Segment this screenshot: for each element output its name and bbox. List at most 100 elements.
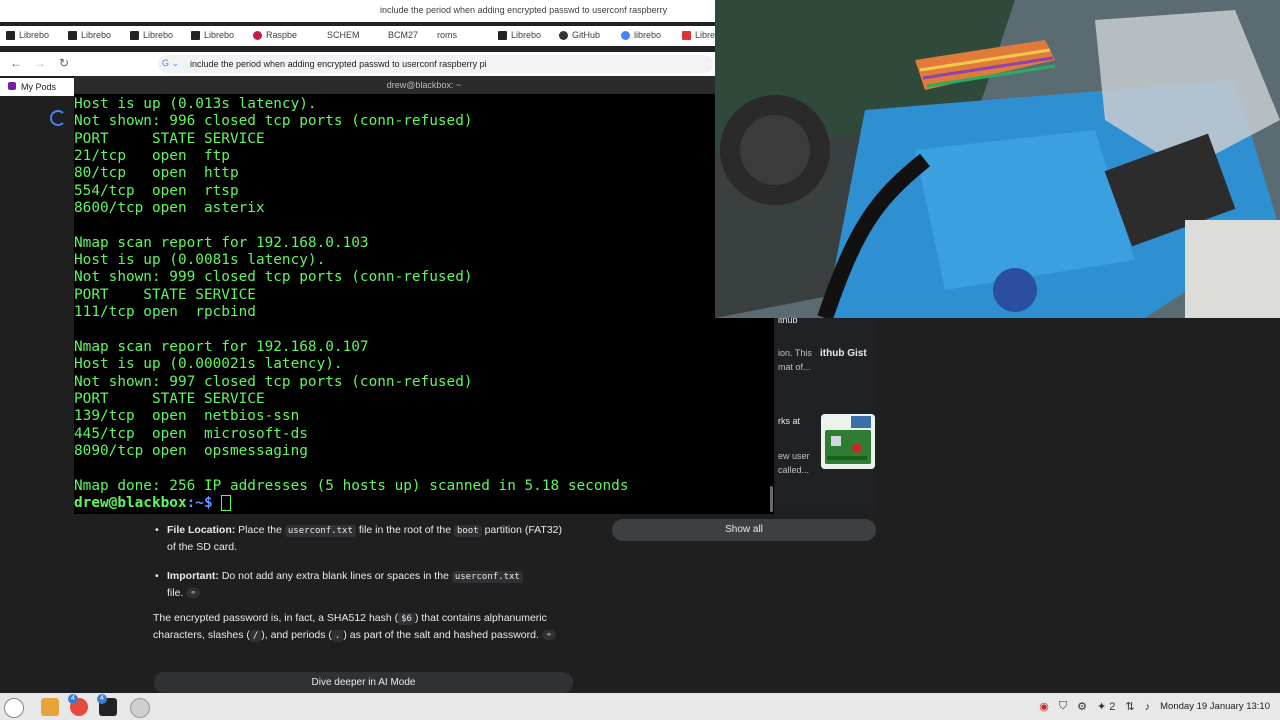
google-icon: [621, 30, 630, 40]
bookmark-label: Librebo: [81, 30, 112, 40]
side-results-panel: ithub ion. This mat of... ithub Gist rks…: [776, 315, 876, 511]
bullet-label: Important:: [167, 570, 219, 582]
github-gist-label[interactable]: ithub Gist: [820, 348, 867, 359]
bookmark-librebo-1[interactable]: Librebo: [6, 30, 49, 40]
bookmark-label: SCHEM: [327, 30, 360, 40]
terminal-line: 21/tcp open ftp: [74, 148, 230, 165]
bookmark-label: roms: [437, 30, 457, 40]
terminal-line: 8090/tcp open opsmessaging: [74, 442, 308, 459]
raspberry-icon: [253, 30, 262, 40]
bullet-file-location: File Location: Place the userconf.txt fi…: [155, 522, 567, 555]
terminal-line: Host is up (0.013s latency).: [74, 96, 317, 112]
clock[interactable]: Monday 19 January 13:10: [1160, 701, 1270, 712]
code-userconf: userconf.txt: [451, 571, 523, 583]
volume-icon[interactable]: ♪: [1145, 701, 1151, 713]
bookmark-label: GitHub: [572, 30, 601, 40]
forward-arrow-icon[interactable]: →: [32, 56, 48, 70]
bullet-text: Place the: [235, 524, 285, 536]
result-snippet: ion. This: [778, 348, 812, 358]
bookmarks-bar: Librebo Librebo Librebo Librebo Raspbe S…: [0, 26, 715, 46]
result-title[interactable]: rks at: [778, 414, 800, 428]
bookmark-bcm27[interactable]: BCM27: [388, 30, 418, 40]
terminal-line: Not shown: 999 closed tcp ports (conn-re…: [74, 269, 473, 286]
raspberry-pi-thumbnail[interactable]: [821, 414, 875, 469]
bookmark-schematic[interactable]: SCHEM: [327, 30, 360, 40]
terminal-line: 111/tcp open rpcbind: [74, 304, 256, 321]
link-icon[interactable]: ⚭: [541, 630, 556, 641]
terminal-scrollbar[interactable]: [770, 486, 773, 512]
update-icon[interactable]: ✦ 2: [1097, 700, 1115, 713]
terminal-lines: Host is up (0.013s latency). Not shown: 9…: [74, 96, 774, 495]
terminal-line: 554/tcp open rtsp: [74, 182, 239, 199]
terminal-line: 8600/tcp open asterix: [74, 200, 265, 217]
address-bar-text: include the period when adding encrypted…: [190, 59, 487, 69]
system-tray: ◉ ⛉ ⚙ ✦ 2 ⇅ ♪ Monday 19 January 13:10: [1039, 693, 1270, 720]
bookmark-label: Librebo: [19, 30, 50, 40]
ai-paragraph: The encrypted password is, in fact, a SH…: [153, 610, 568, 644]
back-arrow-icon[interactable]: ←: [8, 56, 24, 70]
bookmark-google-librebo[interactable]: librebo: [621, 30, 661, 40]
bookmark-roms[interactable]: roms: [437, 30, 457, 40]
bookmark-label: Librebo: [511, 30, 542, 40]
bookmark-icon: [191, 30, 200, 40]
taskbar: 4 4 ◉ ⛉ ⚙ ✦ 2 ⇅ ♪ Monday 19 January 13:1…: [0, 693, 1280, 720]
folder-icon[interactable]: [41, 698, 59, 716]
terminal-cursor: [221, 494, 232, 511]
bookmark-libre[interactable]: Libre: [682, 30, 715, 40]
bookmark-icon: [68, 30, 77, 40]
result-snippet: called...: [778, 465, 810, 475]
network-icon[interactable]: ⇅: [1125, 700, 1134, 713]
address-bar[interactable]: G ⌄ include the period when adding encry…: [158, 55, 713, 73]
bookmark-label: Librebo: [204, 30, 235, 40]
bookmark-librebo-3[interactable]: Librebo: [130, 30, 173, 40]
terminal-line: Nmap done: 256 IP addresses (5 hosts up)…: [74, 477, 629, 494]
link-icon[interactable]: ⚭: [186, 588, 201, 599]
bookmark-label: Librebo: [143, 30, 174, 40]
bookmark-github[interactable]: GitHub: [559, 30, 600, 40]
prompt-user: drew@blackbox: [74, 494, 187, 511]
bullet-important: Important: Do not add any extra blank li…: [155, 568, 567, 601]
terminal-line: PORT STATE SERVICE: [74, 130, 265, 147]
bullet-text: file in the root of the: [355, 524, 454, 536]
terminal-prompt[interactable]: drew@blackbox:~$: [74, 494, 774, 512]
prompt-path: :~$: [186, 494, 222, 511]
terminal-output[interactable]: Host is up (0.013s latency). Not shown: 9…: [74, 96, 774, 514]
dive-deeper-ai-mode-button[interactable]: Dive deeper in AI Mode: [154, 672, 573, 693]
google-g-icon: G ⌄: [162, 58, 180, 68]
terminal-line: 139/tcp open netbios-ssn: [74, 408, 300, 425]
bookmark-label: Libre: [695, 30, 716, 40]
menu-icon[interactable]: [4, 698, 24, 718]
notification-badge: 4: [97, 694, 107, 704]
settings-icon[interactable]: ⚙: [1077, 700, 1087, 713]
record-icon[interactable]: ◉: [1039, 700, 1049, 713]
bookmark-librebo-2[interactable]: Librebo: [68, 30, 111, 40]
bullet-label: File Location:: [167, 524, 236, 536]
terminal-window[interactable]: drew@blackbox: ~ Host is up (0.013s late…: [74, 76, 774, 514]
result-snippet: ew user: [778, 451, 810, 461]
bookmark-librebo-5[interactable]: Librebo: [498, 30, 541, 40]
terminal-line: PORT STATE SERVICE: [74, 390, 265, 407]
terminal-line: Host is up (0.0081s latency).: [74, 252, 326, 269]
bookmark-raspberry[interactable]: Raspbe: [253, 30, 297, 40]
bookmark-label: My Pods: [21, 82, 57, 92]
terminal-line: 445/tcp open microsoft-ds: [74, 425, 308, 442]
bookmark-label: librebo: [634, 30, 662, 40]
terminal-line: PORT STATE SERVICE: [74, 286, 256, 303]
shield-icon[interactable]: ⛉: [1059, 700, 1067, 713]
webcam-overlay: [715, 0, 1280, 318]
bookmark-my-pods[interactable]: My Pods: [0, 78, 74, 96]
terminal-line: 80/tcp open http: [74, 165, 239, 182]
bookmark-label: Raspbe: [266, 30, 298, 40]
bullet-text: Do not add any extra blank lines or spac…: [218, 570, 452, 582]
code-hash-prefix: $6: [398, 613, 415, 625]
chrome-icon[interactable]: [130, 698, 150, 718]
bookmark-icon: [130, 30, 139, 40]
show-all-button[interactable]: Show all: [612, 519, 876, 541]
result-snippet: mat of...: [778, 362, 811, 372]
reload-icon[interactable]: ↻: [56, 56, 72, 70]
terminal-line: Not shown: 997 closed tcp ports (conn-re…: [74, 373, 473, 390]
bookmark-librebo-4[interactable]: Librebo: [191, 30, 234, 40]
github-icon: [559, 30, 568, 40]
webcam-photo: [715, 0, 1280, 318]
